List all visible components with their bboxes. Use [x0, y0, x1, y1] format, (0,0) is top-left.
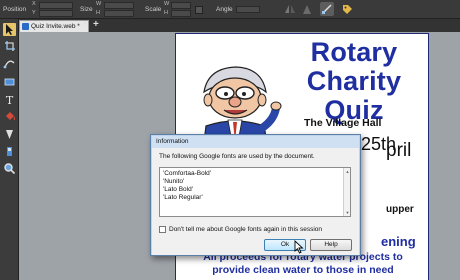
text-icon[interactable]: T	[3, 93, 16, 106]
svg-text:T: T	[6, 94, 14, 106]
scale-label: Scale	[145, 6, 162, 13]
size-w-label: W	[96, 1, 102, 7]
flip-vertical-icon[interactable]	[300, 2, 314, 16]
fill-icon[interactable]	[3, 110, 16, 123]
select-arrow-icon[interactable]	[3, 23, 16, 36]
transform-icon[interactable]	[3, 40, 16, 53]
scroll-up-icon[interactable]: ▲	[345, 169, 350, 174]
lock-ratio-checkbox[interactable]	[195, 6, 203, 14]
new-tab-icon[interactable]: +	[93, 19, 99, 31]
poster-title: Rotary Charity Quiz	[279, 37, 428, 125]
size-w-field[interactable]	[104, 2, 134, 9]
supper-text: upper	[386, 204, 414, 215]
scale-h-label: H	[164, 10, 168, 16]
font-list-item: 'Lato Regular'	[163, 194, 203, 201]
font-list-item: 'Lato Bold'	[163, 186, 193, 193]
tab-close-icon[interactable]: ×	[83, 20, 87, 30]
font-list-scrollbar[interactable]: ▲ ▼	[343, 168, 350, 216]
position-x-field[interactable]	[39, 2, 73, 9]
tab-label: Quiz Invite.web *	[31, 23, 80, 30]
tab-quiz-invite[interactable]: Quiz Invite.web *	[19, 20, 89, 32]
position-x-label: X	[32, 1, 36, 7]
information-dialog: Information The following Google fonts a…	[150, 134, 361, 256]
font-list-item: 'Comfortaa-Bold'	[163, 170, 212, 177]
dialog-title-bar[interactable]: Information	[152, 136, 359, 148]
size-h-label: H	[96, 10, 100, 16]
dont-tell-checkbox[interactable]	[159, 226, 166, 233]
dont-tell-label: Don't tell me about Google fonts again i…	[169, 226, 322, 233]
cause-line-2: provide clean water to those in need	[212, 264, 394, 276]
mouse-cursor-icon	[294, 240, 304, 254]
date-text-right: pril	[386, 140, 412, 161]
venue-text: The Village Hall	[304, 117, 382, 129]
tool-column: T	[0, 19, 19, 280]
scale-w-field[interactable]	[171, 2, 191, 9]
document-icon	[22, 23, 29, 30]
scale-h-field[interactable]	[171, 10, 191, 17]
eyedropper-icon[interactable]	[3, 145, 16, 158]
zoom-icon[interactable]	[3, 162, 16, 175]
rectangle-icon[interactable]	[3, 75, 16, 88]
node-tool-icon[interactable]	[320, 2, 334, 16]
font-list-item: 'Nunito'	[163, 178, 185, 185]
flip-horizontal-icon[interactable]	[283, 2, 297, 16]
tag-icon[interactable]	[340, 2, 354, 16]
dialog-title: Information	[156, 138, 189, 145]
dialog-message: The following Google fonts are used by t…	[159, 153, 315, 160]
help-button[interactable]: Help	[310, 239, 352, 251]
opening-text: ening	[381, 234, 416, 249]
scroll-down-icon[interactable]: ▼	[345, 210, 350, 215]
property-toolbar: Position X Y Size W H Scale W H Angle	[0, 0, 460, 19]
font-list[interactable]: 'Comfortaa-Bold' 'Nunito' 'Lato Bold' 'L…	[159, 167, 351, 217]
poster-title-line1: Rotary	[310, 37, 398, 67]
position-y-label: Y	[32, 10, 36, 16]
shape-icon[interactable]	[3, 57, 16, 70]
size-label: Size	[80, 6, 93, 13]
scale-w-label: W	[164, 1, 170, 7]
size-h-field[interactable]	[104, 10, 134, 17]
position-y-field[interactable]	[39, 10, 73, 17]
angle-field[interactable]	[236, 6, 260, 13]
position-label: Position	[3, 6, 27, 13]
angle-label: Angle	[216, 6, 233, 13]
dialog-body: The following Google fonts are used by t…	[152, 148, 359, 255]
transparency-icon[interactable]	[3, 128, 16, 141]
